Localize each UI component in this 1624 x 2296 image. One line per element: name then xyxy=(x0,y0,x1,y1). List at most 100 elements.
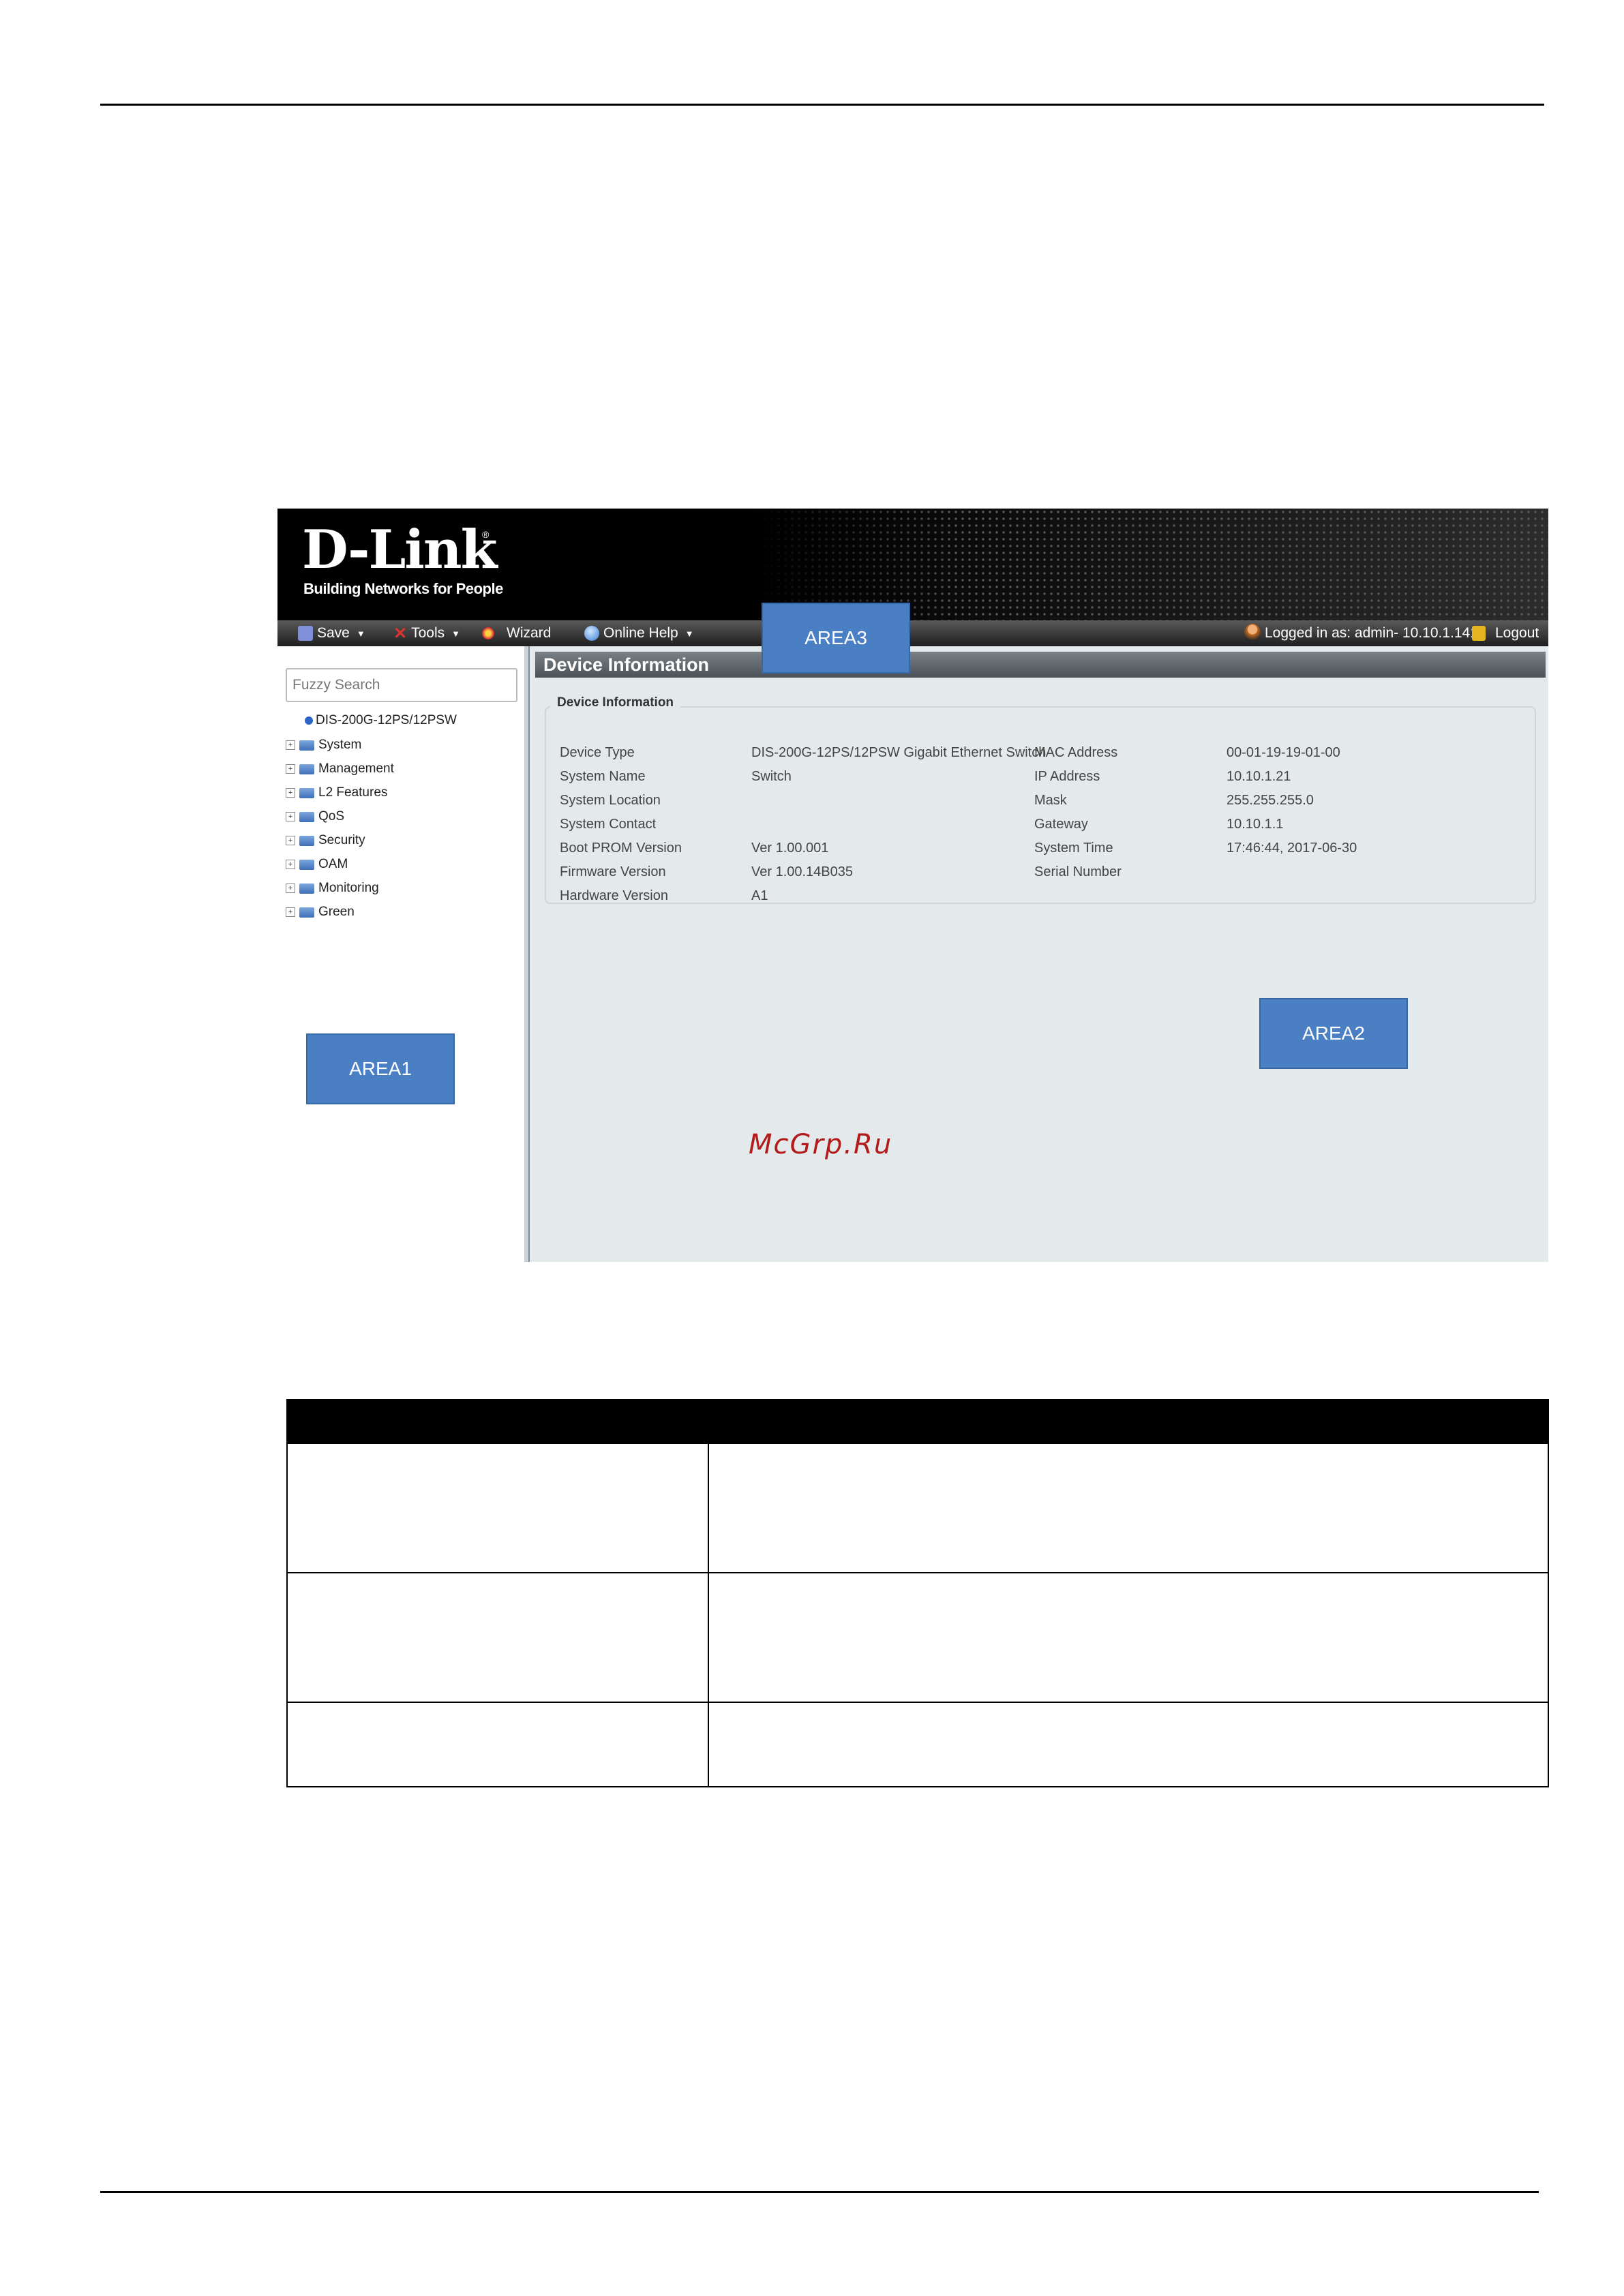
tree-item-system[interactable]: + System xyxy=(286,738,361,753)
tree-item-label: OAM xyxy=(318,857,348,871)
field-value: A1 xyxy=(751,888,768,903)
field-label: Hardware Version xyxy=(560,888,668,903)
logo-tagline: Building Networks for People xyxy=(303,580,503,597)
fieldset-legend: Device Information xyxy=(550,695,681,710)
logout-label: Logout xyxy=(1495,625,1539,641)
field-label: System Location xyxy=(560,793,661,808)
chevron-down-icon: ▼ xyxy=(685,628,694,639)
expand-icon[interactable]: + xyxy=(286,764,295,774)
table-cell xyxy=(286,1444,709,1573)
sidebar-tree: DIS-200G-12PS/12PSW +System +Management … xyxy=(277,646,528,1262)
dlink-logo: D-Link xyxy=(302,519,498,581)
field-label: Boot PROM Version xyxy=(560,841,682,856)
tree-item-label: QoS xyxy=(318,809,345,824)
wizard-icon xyxy=(482,627,494,639)
table-cell xyxy=(708,1444,1549,1573)
expand-icon[interactable]: + xyxy=(286,812,295,821)
tree-item-green[interactable]: + Green xyxy=(286,905,355,920)
field-value: Ver 1.00.001 xyxy=(751,841,829,856)
area1-callout: AREA1 xyxy=(306,1033,455,1104)
tree-item-monitoring[interactable]: + Monitoring xyxy=(286,881,379,896)
save-icon xyxy=(298,626,313,641)
field-label: System Contact xyxy=(560,817,657,832)
field-value: 10.10.1.21 xyxy=(1227,769,1291,784)
tree-item-oam[interactable]: + OAM xyxy=(286,857,348,872)
folder-icon xyxy=(299,811,314,822)
wizard-button[interactable]: Wizard xyxy=(482,620,551,646)
wizard-label: Wizard xyxy=(507,625,552,641)
expand-icon[interactable]: + xyxy=(286,907,295,917)
table-cell xyxy=(708,1703,1549,1787)
user-icon xyxy=(1244,624,1261,643)
table-cell xyxy=(708,1573,1549,1703)
logout-icon xyxy=(1472,626,1486,641)
main-panel: Device Information Device Information De… xyxy=(528,646,1548,1262)
tree-item-l2-features[interactable]: + L2 Features xyxy=(286,785,387,800)
user-status: Logged in as: admin- 10.10.1.141 xyxy=(1244,620,1478,646)
bottom-rule xyxy=(100,2191,1539,2193)
table-header xyxy=(286,1399,1549,1444)
save-label: Save xyxy=(317,625,350,641)
folder-icon xyxy=(299,835,314,846)
field-label: IP Address xyxy=(1034,769,1100,784)
table-cell xyxy=(286,1703,709,1787)
device-icon xyxy=(305,716,313,725)
field-value: Switch xyxy=(751,769,792,784)
field-label: Mask xyxy=(1034,793,1067,808)
field-label: System Name xyxy=(560,769,646,784)
tools-label: Tools xyxy=(411,625,445,641)
tree-item-label: System xyxy=(318,738,362,752)
field-label: MAC Address xyxy=(1034,745,1118,760)
expand-icon[interactable]: + xyxy=(286,836,295,845)
panel-title: Device Information xyxy=(535,652,1546,678)
tree-item-label: Green xyxy=(318,905,355,919)
table-cell xyxy=(286,1573,709,1703)
folder-icon xyxy=(299,883,314,894)
folder-icon xyxy=(299,740,314,751)
tools-icon: ✕ xyxy=(393,624,408,643)
top-rule xyxy=(100,104,1544,106)
area3-callout: AREA3 xyxy=(762,603,910,674)
online-help-label: Online Help xyxy=(603,625,678,641)
expand-icon[interactable]: + xyxy=(286,788,295,798)
chevron-down-icon: ▼ xyxy=(451,628,461,639)
save-menu[interactable]: Save ▼ xyxy=(298,620,365,646)
logged-in-label: Logged in as: admin- 10.10.1.141 xyxy=(1265,625,1478,641)
tree-item-label: Management xyxy=(318,761,394,776)
registered-mark: ® xyxy=(482,529,490,540)
field-value: 10.10.1.1 xyxy=(1227,817,1284,832)
tree-item-security[interactable]: + Security xyxy=(286,833,365,848)
online-help-menu[interactable]: Online Help ▼ xyxy=(584,620,694,646)
field-value: 17:46:44, 2017-06-30 xyxy=(1227,841,1357,856)
folder-icon xyxy=(299,764,314,774)
tools-menu[interactable]: ✕ Tools ▼ xyxy=(393,620,460,646)
field-value: Ver 1.00.14B035 xyxy=(751,864,854,879)
field-value: DIS-200G-12PS/12PSW Gigabit Ethernet Swi… xyxy=(751,745,1047,760)
help-globe-icon xyxy=(584,626,599,641)
expand-icon[interactable]: + xyxy=(286,860,295,869)
tree-item-management[interactable]: + Management xyxy=(286,761,394,776)
web-ui-screenshot: D-Link ® Building Networks for People Sa… xyxy=(277,509,1548,1262)
field-label: Gateway xyxy=(1034,817,1088,832)
tree-root-device[interactable]: DIS-200G-12PS/12PSW xyxy=(305,713,457,728)
toolbar: Save ▼ ✕ Tools ▼ Wizard Online Help ▼ Lo… xyxy=(277,620,1548,646)
field-label: Device Type xyxy=(560,745,635,760)
field-label: System Time xyxy=(1034,841,1113,856)
field-label: Serial Number xyxy=(1034,864,1122,879)
tree-item-label: Security xyxy=(318,833,365,847)
chevron-down-icon: ▼ xyxy=(356,628,365,639)
folder-icon xyxy=(299,859,314,870)
folder-icon xyxy=(299,907,314,918)
logout-button[interactable]: Logout xyxy=(1472,620,1539,646)
tree-item-label: L2 Features xyxy=(318,785,388,800)
description-table xyxy=(286,1399,1549,1787)
expand-icon[interactable]: + xyxy=(286,740,295,750)
field-value: 00-01-19-19-01-00 xyxy=(1227,745,1340,760)
tree-root-label: DIS-200G-12PS/12PSW xyxy=(316,713,457,727)
tree-item-qos[interactable]: + QoS xyxy=(286,809,344,824)
watermark: McGrp.Ru xyxy=(749,1129,893,1160)
fuzzy-search-input[interactable] xyxy=(286,668,517,702)
folder-icon xyxy=(299,787,314,798)
expand-icon[interactable]: + xyxy=(286,883,295,893)
field-label: Firmware Version xyxy=(560,864,666,879)
